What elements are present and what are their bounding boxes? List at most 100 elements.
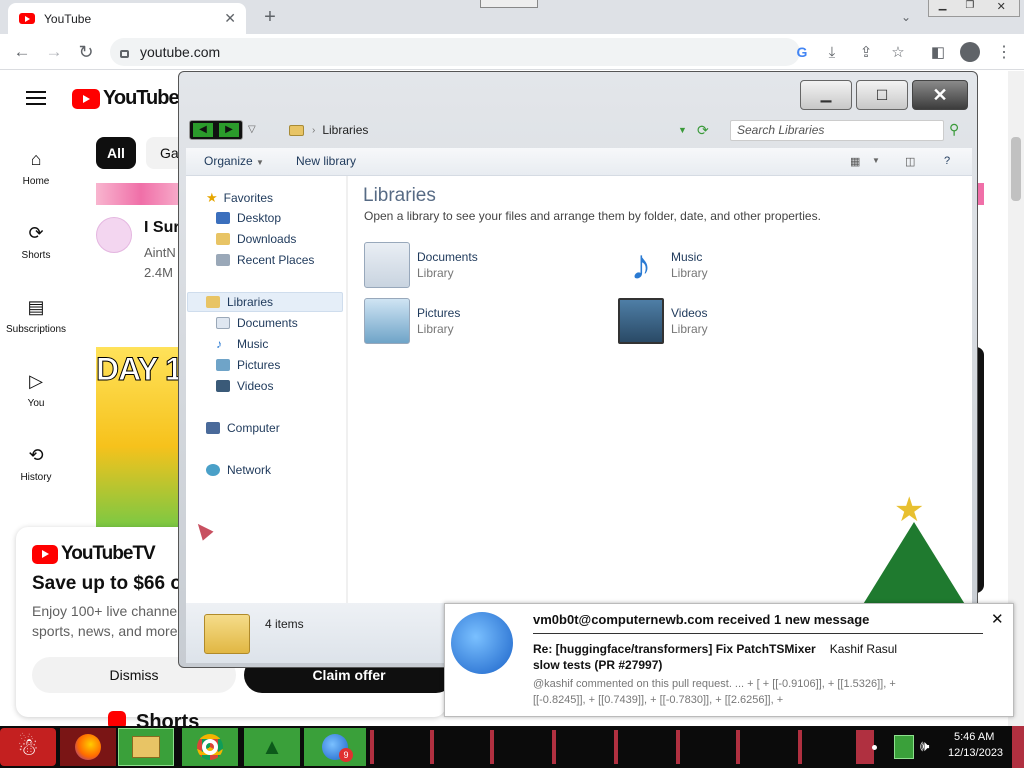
tab-youtube[interactable]: YouTube ✕: [8, 3, 246, 34]
library-item-music[interactable]: Music Library: [671, 250, 708, 280]
view-dropdown-icon[interactable]: ▼: [872, 156, 880, 165]
network-tray-icon[interactable]: [894, 735, 914, 759]
close-tab-icon[interactable]: ✕: [224, 10, 236, 27]
nav-videos[interactable]: Videos: [216, 379, 273, 393]
taskbar-separator: [490, 730, 494, 764]
library-item-documents[interactable]: Documents Library: [417, 250, 478, 280]
refresh-icon[interactable]: ⟳: [697, 122, 709, 139]
taskbar-separator: [736, 730, 740, 764]
video-channel[interactable]: AintN: [144, 245, 176, 260]
restore-icon[interactable]: ❐: [956, 0, 983, 16]
reload-icon[interactable]: ↻: [74, 40, 98, 64]
library-heading: Libraries: [363, 185, 436, 206]
preview-pane-icon[interactable]: ◫: [905, 155, 915, 168]
address-bar[interactable]: › Libraries: [282, 119, 718, 141]
channel-avatar[interactable]: [96, 217, 132, 253]
video-thumbnail[interactable]: DAY 1: [96, 347, 186, 527]
firefox-icon: [75, 734, 101, 760]
close-icon[interactable]: ✕: [984, 0, 1019, 16]
nav-subscriptions[interactable]: ▤ Subscriptions: [0, 297, 72, 335]
view-options-icon[interactable]: ▦: [850, 155, 860, 168]
santa-start-icon: ☃: [17, 733, 39, 761]
taskbar-separator: [552, 730, 556, 764]
nav-favorites[interactable]: ★ Favorites: [206, 190, 273, 206]
taskbar-explorer[interactable]: [118, 728, 174, 766]
google-lens-icon[interactable]: G: [792, 42, 812, 62]
maximize-button[interactable]: ☐: [856, 80, 908, 110]
organize-button[interactable]: Organize ▼: [204, 154, 264, 168]
back-forward-buttons[interactable]: ◀ ▶: [189, 120, 243, 140]
close-button[interactable]: ✕: [912, 80, 968, 110]
back-icon[interactable]: ←: [10, 40, 34, 64]
volume-icon[interactable]: 🕪: [920, 738, 929, 755]
address-dropdown-icon[interactable]: ▼: [678, 125, 687, 135]
show-desktop-button[interactable]: [1012, 726, 1024, 768]
taskbar-thunderbird[interactable]: 9: [304, 728, 366, 766]
nav-you[interactable]: ▷ You: [0, 371, 72, 409]
minimize-button[interactable]: ▁: [800, 80, 852, 110]
video-thumbnail-top[interactable]: [96, 183, 186, 205]
nav-desktop[interactable]: Desktop: [216, 211, 281, 225]
nav-recent-places[interactable]: Recent Places: [216, 253, 314, 267]
search-icon[interactable]: ⚲: [949, 121, 959, 138]
nav-computer[interactable]: Computer: [206, 421, 280, 435]
close-notification-icon[interactable]: ✕: [991, 610, 1004, 628]
taskbar-tree-app[interactable]: ▲: [244, 728, 300, 766]
video-views: 2.4M: [144, 265, 173, 280]
chip-all[interactable]: All: [96, 137, 136, 169]
recent-pages-icon[interactable]: ▽: [248, 124, 256, 135]
shorts-icon: [108, 711, 126, 726]
bookmark-star-icon[interactable]: ☆: [888, 42, 908, 62]
videos-icon: [216, 380, 230, 392]
new-library-button[interactable]: New library: [296, 154, 356, 168]
taskbar-chrome[interactable]: [182, 728, 238, 766]
nav-libraries[interactable]: Libraries: [206, 295, 273, 309]
window-drag-handle: [480, 0, 538, 8]
clock-time[interactable]: 5:46 AM: [954, 731, 994, 743]
taskbar-firefox[interactable]: [60, 728, 116, 766]
chrome-menu-icon[interactable]: ⋮: [994, 42, 1014, 62]
notification-preview-2: [[-0.8245]], + [[0.7439]], + [[-0.7830]]…: [533, 694, 784, 706]
tab-search-icon[interactable]: ⌄: [896, 8, 916, 26]
notification-header: vm0b0t@computernewb.com received 1 new m…: [533, 612, 870, 627]
nav-home[interactable]: ⌂ Home: [0, 149, 72, 187]
nav-downloads[interactable]: Downloads: [216, 232, 296, 246]
side-panel-icon[interactable]: ◧: [928, 42, 948, 62]
share-icon[interactable]: ⇪: [856, 42, 876, 62]
address-text[interactable]: Libraries: [322, 123, 368, 137]
promo-body-1: Enjoy 100+ live channel: [32, 603, 181, 619]
forward-arrow-icon[interactable]: ▶: [219, 123, 239, 137]
library-item-videos[interactable]: Videos Library: [671, 306, 708, 336]
taskbar-separator: [798, 730, 802, 764]
hamburger-menu-icon[interactable]: [26, 91, 46, 105]
library-item-pictures[interactable]: Pictures Library: [417, 306, 460, 336]
nav-pictures[interactable]: Pictures: [216, 358, 280, 372]
omnibox[interactable]: youtube.com: [110, 38, 800, 66]
new-tab-icon[interactable]: +: [258, 6, 282, 28]
nav-music[interactable]: ♪ Music: [216, 337, 268, 351]
profile-avatar[interactable]: [960, 42, 980, 62]
mail-notification[interactable]: vm0b0t@computernewb.com received 1 new m…: [444, 603, 1014, 717]
video-title[interactable]: I Sur: [144, 219, 180, 237]
taskbar-separator: [676, 730, 680, 764]
clock-date[interactable]: 12/13/2023: [948, 747, 1003, 759]
start-button[interactable]: ☃: [0, 728, 56, 766]
star-icon: ★: [206, 190, 218, 205]
forward-icon[interactable]: →: [42, 40, 66, 64]
youtube-logo[interactable]: YouTube: [72, 87, 180, 110]
minimize-icon[interactable]: ▁: [929, 0, 956, 16]
back-arrow-icon[interactable]: ◀: [193, 123, 213, 137]
search-box[interactable]: Search Libraries: [730, 120, 944, 141]
status-folder-icon: [204, 614, 250, 654]
nav-shorts[interactable]: ⟳ Shorts: [0, 223, 72, 261]
nav-history[interactable]: ⟲ History: [0, 445, 72, 483]
nav-documents[interactable]: Documents: [216, 316, 298, 330]
explorer-folder-icon: [132, 736, 160, 758]
notification-subject-2: slow tests (PR #27997): [533, 658, 663, 672]
install-app-icon[interactable]: ⤓: [822, 42, 842, 62]
item-count: 4 items: [265, 617, 304, 631]
nav-network[interactable]: Network: [206, 463, 271, 477]
thunderbird-logo-icon: [451, 612, 513, 674]
notification-rule: [533, 633, 983, 634]
help-button[interactable]: ?: [944, 155, 950, 167]
